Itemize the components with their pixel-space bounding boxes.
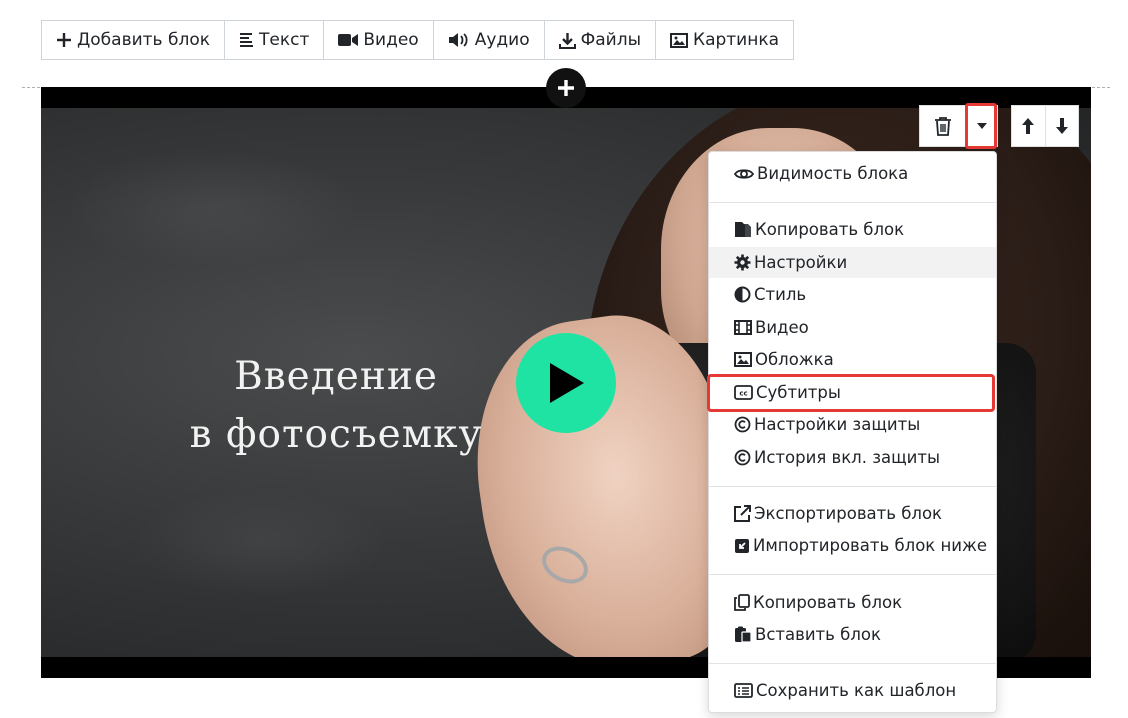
video-camera-icon: [338, 34, 359, 46]
copy-icon: [734, 594, 750, 611]
chalkboard-texture: [131, 488, 391, 598]
video-title-line2: в фотосъемку: [189, 412, 483, 457]
menu-item-subtitles[interactable]: cc Субтитры: [709, 377, 996, 408]
menu-item-protection-settings[interactable]: Настройки защиты: [709, 409, 996, 440]
eye-icon: [734, 168, 754, 179]
copyright-icon: [734, 416, 751, 433]
menu-item-label: Обложка: [755, 350, 834, 369]
menu-item-label: Субтитры: [756, 383, 841, 402]
menu-item-save-template[interactable]: Сохранить как шаблон: [709, 675, 996, 706]
menu-item-label: Видео: [755, 318, 809, 337]
gear-icon: [734, 254, 751, 271]
play-icon: [550, 363, 584, 403]
menu-item-settings[interactable]: Настройки: [709, 247, 996, 278]
menu-divider: [709, 486, 996, 487]
arrow-down-icon: [1055, 118, 1068, 134]
plus-icon: [57, 33, 71, 47]
menu-item-label: Копировать блок: [755, 220, 905, 239]
video-title: Введение в фотосъемку: [101, 348, 571, 464]
add-block-button[interactable]: Добавить блок: [42, 21, 225, 59]
copyright-icon: [734, 449, 751, 466]
menu-divider: [709, 574, 996, 575]
add-block-label: Добавить блок: [77, 30, 210, 50]
block-menu: Видимость блока Копировать блок Настройк…: [708, 151, 997, 713]
menu-item-protection-history[interactable]: История вкл. защиты: [709, 442, 996, 473]
video-label: Видео: [363, 30, 419, 50]
insert-block-button[interactable]: [546, 68, 586, 108]
text-label: Текст: [259, 30, 310, 50]
files-label: Файлы: [580, 30, 641, 50]
image-label: Картинка: [693, 30, 780, 50]
menu-item-label: Копировать блок: [753, 593, 903, 612]
menu-item-label: Видимость блока: [757, 164, 909, 183]
menu-item-style[interactable]: Стиль: [709, 279, 996, 310]
block-menu-caret-button[interactable]: [967, 106, 997, 146]
audio-button[interactable]: Аудио: [433, 21, 545, 59]
video-button[interactable]: Видео: [324, 21, 434, 59]
menu-divider: [709, 663, 996, 664]
copy-file-icon: [735, 222, 751, 237]
arrow-up-icon: [1022, 118, 1035, 134]
move-down-button[interactable]: [1045, 106, 1078, 146]
menu-item-import-block[interactable]: Импортировать блок ниже: [709, 530, 996, 561]
caret-down-icon: [977, 123, 988, 129]
import-icon: [735, 538, 749, 553]
move-up-button[interactable]: [1012, 106, 1046, 146]
menu-divider: [709, 202, 996, 203]
list-alt-icon: [734, 683, 753, 698]
menu-item-label: Настройки: [754, 253, 848, 272]
menu-item-visibility[interactable]: Видимость блока: [709, 158, 996, 189]
menu-item-export-block[interactable]: Экспортировать блок: [709, 498, 996, 529]
menu-item-label: История вкл. защиты: [754, 448, 941, 467]
image-icon: [670, 32, 688, 48]
delete-block-button[interactable]: [920, 106, 968, 146]
menu-item-video[interactable]: Видео: [709, 312, 996, 343]
menu-item-copy-block[interactable]: Копировать блок: [709, 214, 996, 245]
move-block-controls: [1011, 105, 1079, 147]
files-button[interactable]: Файлы: [544, 21, 656, 59]
image-icon: [734, 352, 752, 367]
menu-item-label: Настройки защиты: [754, 415, 921, 434]
trash-icon: [935, 117, 952, 136]
menu-item-label: Сохранить как шаблон: [756, 681, 957, 700]
block-toolbar: Добавить блок Текст Видео Аудио Файлы Ка…: [41, 20, 795, 60]
menu-item-label: Стиль: [754, 285, 807, 304]
text-button[interactable]: Текст: [225, 21, 325, 59]
menu-item-label: Экспортировать блок: [754, 504, 943, 523]
contrast-icon: [734, 286, 751, 303]
menu-item-label: Вставить блок: [755, 625, 881, 644]
play-button[interactable]: [516, 333, 616, 433]
menu-item-copy-block-clipboard[interactable]: Копировать блок: [709, 587, 996, 618]
text-align-icon: [240, 33, 253, 47]
block-actions: [919, 105, 998, 147]
menu-item-label: Импортировать блок ниже: [753, 536, 988, 555]
menu-item-paste-block[interactable]: Вставить блок: [709, 619, 996, 650]
chalkboard-texture: [61, 148, 361, 268]
svg-text:cc: cc: [739, 390, 747, 398]
menu-item-cover[interactable]: Обложка: [709, 344, 996, 375]
audio-label: Аудио: [474, 30, 530, 50]
film-icon: [734, 320, 752, 335]
download-icon: [558, 32, 576, 49]
paste-icon: [735, 626, 752, 643]
image-button[interactable]: Картинка: [656, 21, 794, 59]
video-title-line1: Введение: [234, 354, 438, 399]
plus-icon: [558, 80, 574, 96]
volume-icon: [448, 33, 468, 47]
closed-captions-icon: cc: [734, 385, 753, 400]
external-link-icon: [734, 505, 751, 522]
